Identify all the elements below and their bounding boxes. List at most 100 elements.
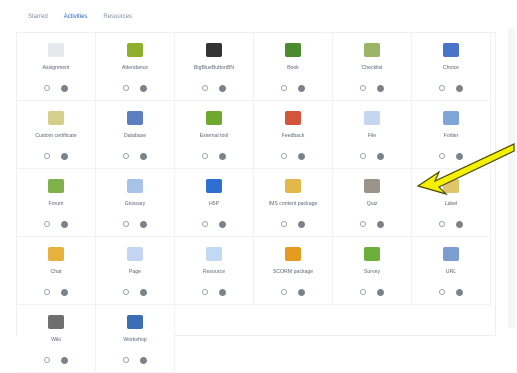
activity-wiki[interactable]: Wiki	[17, 305, 96, 373]
activity-label: Glossary	[124, 201, 146, 207]
info-icon[interactable]	[219, 85, 226, 92]
ims-package-icon	[285, 179, 301, 193]
choice-icon	[443, 43, 459, 57]
activity-label: Book	[287, 65, 299, 71]
star-icon[interactable]	[360, 153, 366, 159]
info-icon[interactable]	[61, 85, 68, 92]
activity-label: Custom certificate	[35, 133, 77, 139]
activity-file[interactable]: File	[333, 101, 412, 169]
activity-forum[interactable]: Forum	[17, 169, 96, 237]
activity-ims-content-package[interactable]: IMS content package	[254, 169, 333, 237]
activity-bigbluebuttonbn[interactable]: BigBlueButtonBN	[175, 33, 254, 101]
star-icon[interactable]	[360, 221, 366, 227]
activity-url[interactable]: URL	[412, 237, 491, 305]
info-icon[interactable]	[456, 221, 463, 228]
activity-chat[interactable]: Chat	[17, 237, 96, 305]
star-icon[interactable]	[44, 221, 50, 227]
activity-label: Database	[123, 133, 147, 139]
star-icon[interactable]	[360, 289, 366, 295]
star-icon[interactable]	[281, 85, 287, 91]
star-icon[interactable]	[202, 85, 208, 91]
star-icon[interactable]	[281, 221, 287, 227]
star-icon[interactable]	[439, 85, 445, 91]
arrow-shape	[416, 143, 515, 196]
info-icon[interactable]	[377, 221, 384, 228]
activity-actions	[254, 85, 332, 92]
activity-feedback[interactable]: Feedback	[254, 101, 333, 169]
info-icon[interactable]	[140, 85, 147, 92]
activity-custom-certificate[interactable]: Custom certificate	[17, 101, 96, 169]
tab-activities[interactable]: Activities	[64, 14, 88, 32]
activity-scorm-package[interactable]: SCORM package	[254, 237, 333, 305]
star-icon[interactable]	[123, 153, 129, 159]
external-tool-icon	[206, 111, 222, 125]
star-icon[interactable]	[202, 221, 208, 227]
star-icon[interactable]	[44, 289, 50, 295]
tab-resources[interactable]: Resources	[103, 14, 132, 32]
info-icon[interactable]	[377, 85, 384, 92]
star-icon[interactable]	[44, 357, 50, 363]
info-icon[interactable]	[219, 221, 226, 228]
url-icon	[443, 247, 459, 261]
activity-book[interactable]: Book	[254, 33, 333, 101]
info-icon[interactable]	[298, 289, 305, 296]
star-icon[interactable]	[123, 289, 129, 295]
info-icon[interactable]	[456, 85, 463, 92]
info-icon[interactable]	[377, 153, 384, 160]
info-icon[interactable]	[456, 289, 463, 296]
star-icon[interactable]	[360, 85, 366, 91]
pointer-arrow	[416, 143, 515, 196]
info-icon[interactable]	[61, 221, 68, 228]
activity-actions	[333, 289, 411, 296]
glossary-icon	[127, 179, 143, 193]
info-icon[interactable]	[61, 289, 68, 296]
activity-quiz[interactable]: Quiz	[333, 169, 412, 237]
star-icon[interactable]	[44, 85, 50, 91]
star-icon[interactable]	[123, 221, 129, 227]
activity-assignment[interactable]: Assignment	[17, 33, 96, 101]
star-icon[interactable]	[123, 357, 129, 363]
star-icon[interactable]	[123, 85, 129, 91]
activity-database[interactable]: Database	[96, 101, 175, 169]
info-icon[interactable]	[140, 221, 147, 228]
star-icon[interactable]	[281, 153, 287, 159]
tab-starred[interactable]: Starred	[28, 14, 48, 32]
activity-workshop[interactable]: Workshop	[96, 305, 175, 373]
info-icon[interactable]	[61, 153, 68, 160]
info-icon[interactable]	[140, 289, 147, 296]
activity-resource[interactable]: Resource	[175, 237, 254, 305]
activity-glossary[interactable]: Glossary	[96, 169, 175, 237]
activity-checklist[interactable]: Checklist	[333, 33, 412, 101]
activity-survey[interactable]: Survey	[333, 237, 412, 305]
info-icon[interactable]	[219, 289, 226, 296]
activity-choice[interactable]: Choice	[412, 33, 491, 101]
info-icon[interactable]	[298, 153, 305, 160]
activity-actions	[17, 153, 95, 160]
info-icon[interactable]	[140, 153, 147, 160]
activity-page[interactable]: Page	[96, 237, 175, 305]
info-icon[interactable]	[298, 221, 305, 228]
activity-h5p[interactable]: H5P	[175, 169, 254, 237]
star-icon[interactable]	[439, 289, 445, 295]
activity-label: Resource	[202, 269, 226, 275]
quiz-icon	[364, 179, 380, 193]
activity-label: Chat	[50, 269, 62, 275]
info-icon[interactable]	[298, 85, 305, 92]
star-icon[interactable]	[202, 289, 208, 295]
activity-label: H5P	[208, 201, 220, 207]
activity-label: File	[367, 133, 377, 139]
info-icon[interactable]	[61, 357, 68, 364]
activity-actions	[96, 289, 174, 296]
activity-actions	[17, 85, 95, 92]
star-icon[interactable]	[44, 153, 50, 159]
activity-attendance[interactable]: Attendance	[96, 33, 175, 101]
star-icon[interactable]	[439, 221, 445, 227]
activity-label: Assignment	[42, 65, 70, 71]
star-icon[interactable]	[281, 289, 287, 295]
activity-label: SCORM package	[272, 269, 314, 275]
activity-external-tool[interactable]: External tool	[175, 101, 254, 169]
info-icon[interactable]	[377, 289, 384, 296]
star-icon[interactable]	[202, 153, 208, 159]
info-icon[interactable]	[219, 153, 226, 160]
info-icon[interactable]	[140, 357, 147, 364]
